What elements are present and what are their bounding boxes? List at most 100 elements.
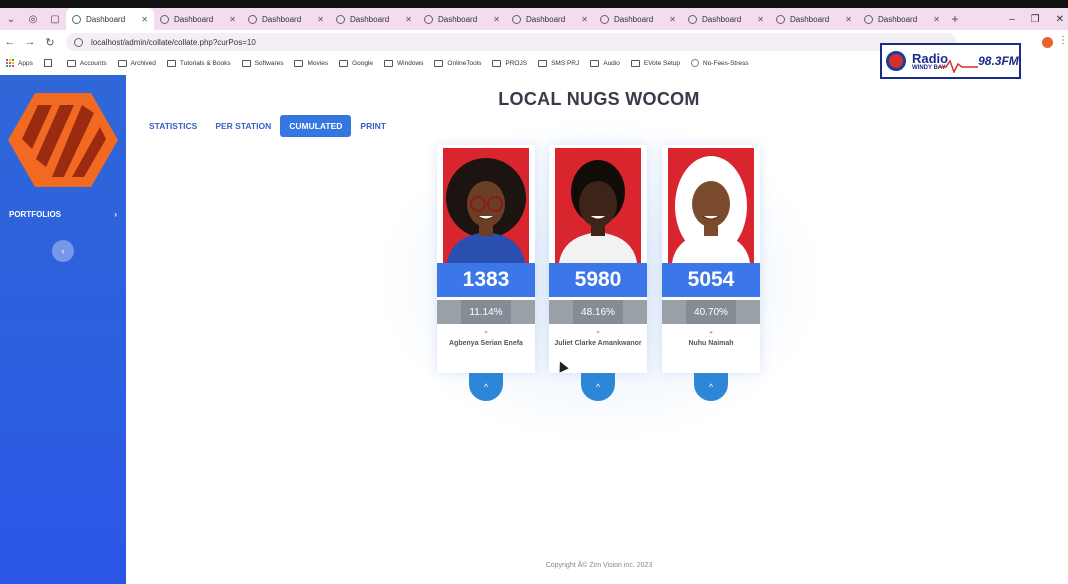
close-tab-icon[interactable]: ✕ — [845, 15, 852, 24]
close-window-icon[interactable]: ✕ — [1056, 14, 1064, 25]
bookmark-label: EVote Setup — [643, 59, 680, 67]
bookmark-item[interactable]: No-Fees-Stress — [691, 59, 749, 67]
candidate-votes: 5054 — [662, 263, 760, 297]
chevron-right-icon: › — [114, 210, 117, 219]
bookmark-item[interactable]: Apps — [6, 59, 33, 67]
browser-tab[interactable]: Dashboard ✕ — [154, 8, 242, 30]
close-tab-icon[interactable]: ✕ — [669, 15, 676, 24]
folder-icon — [117, 59, 127, 67]
bookmark-label: OnlineTools — [447, 59, 482, 67]
bookmark-item[interactable]: Softwares — [241, 59, 284, 67]
forward-icon[interactable]: → — [20, 36, 40, 48]
chevron-down-icon[interactable]: ⌄ — [549, 327, 647, 335]
tab-group-icon[interactable]: ◎ — [22, 8, 44, 30]
sidebar-item-label: PORTFOLIOS — [9, 210, 61, 219]
tab-statistics[interactable]: STATISTICS — [140, 115, 206, 137]
candidate-percent: 40.70% — [686, 300, 736, 324]
candidate-name: Juliet Clarke Amankwanor — [554, 340, 642, 347]
close-tab-icon[interactable]: ✕ — [493, 15, 500, 24]
candidate-percent: 48.16% — [573, 300, 623, 324]
globe-icon — [512, 14, 521, 24]
extension-icon[interactable] — [1042, 37, 1053, 48]
footer-copyright: Copyright Â© Zim Vision inc. 2023 — [545, 562, 653, 569]
close-tab-icon[interactable]: ✕ — [757, 15, 764, 24]
sidebar-collapse-button[interactable]: ‹ — [52, 240, 74, 262]
tab-cumulated[interactable]: CUMULATED — [280, 115, 352, 137]
globe-icon — [688, 14, 697, 24]
sidebar: PORTFOLIOS › ‹ — [0, 75, 126, 584]
browser-tab[interactable]: Dashboard ✕ — [682, 8, 770, 30]
reading-list-icon[interactable] — [43, 59, 56, 67]
bookmark-label: Archived — [130, 59, 156, 67]
globe-icon — [424, 14, 433, 24]
browser-tabs: Dashboard ✕ Dashboard ✕ Dashboard ✕ Dashboard ✕… — [66, 8, 946, 30]
tab-list-dropdown-icon[interactable]: ⌄ — [0, 8, 22, 30]
back-icon[interactable]: ← — [0, 36, 20, 48]
browser-tab[interactable]: Dashboard ✕ — [594, 8, 682, 30]
apps-grid-icon — [6, 59, 14, 67]
folder-icon — [538, 59, 548, 67]
close-tab-icon[interactable]: ✕ — [229, 15, 236, 24]
tab-per-station[interactable]: PER STATION — [206, 115, 280, 137]
browser-tab[interactable]: Dashboard ✕ — [66, 8, 154, 30]
chevron-up-icon: ^ — [708, 382, 714, 392]
candidate-photo — [555, 148, 641, 263]
candidate-percent-bar: 40.70% — [662, 300, 760, 324]
bookmark-label: Audio — [603, 59, 620, 67]
browser-tab-label: Dashboard — [438, 14, 478, 24]
top-strip — [0, 0, 1068, 8]
view-tabs: STATISTICS PER STATION CUMULATED PRINT — [140, 115, 395, 137]
globe-icon — [72, 14, 81, 24]
bookmark-item[interactable]: Google — [339, 59, 374, 67]
browser-tab[interactable]: Dashboard ✕ — [418, 8, 506, 30]
reload-icon[interactable]: ↻ — [40, 36, 60, 49]
radio-seal-icon — [886, 51, 906, 71]
bookmark-label: No-Fees-Stress — [703, 59, 749, 67]
url-input[interactable]: localhost/admin/collate/collate.php?curP… — [66, 33, 956, 51]
restore-icon[interactable]: ❐ — [1031, 14, 1040, 25]
bookmark-item[interactable]: EVote Setup — [630, 59, 680, 67]
bookmark-item[interactable]: Archived — [117, 59, 156, 67]
bookmark-item[interactable]: Windows — [384, 59, 423, 67]
close-tab-icon[interactable]: ✕ — [141, 15, 148, 24]
bookmark-item[interactable]: Accounts — [66, 59, 107, 67]
close-tab-icon[interactable]: ✕ — [581, 15, 588, 24]
chevron-down-icon[interactable]: ⌄ — [437, 327, 535, 335]
bookmark-label: Softwares — [254, 59, 284, 67]
browser-tab[interactable]: Dashboard ✕ — [330, 8, 418, 30]
tab-actions-icon[interactable]: ▢ — [44, 8, 66, 30]
folder-icon — [241, 59, 251, 67]
new-tab-icon[interactable]: + — [946, 12, 964, 26]
bookmark-label: Accounts — [79, 59, 107, 67]
bookmark-item[interactable]: Movies — [294, 59, 329, 67]
bookmark-label: Movies — [307, 59, 329, 67]
browser-tab[interactable]: Dashboard ✕ — [506, 8, 594, 30]
bookmark-item[interactable]: PROJS — [492, 59, 527, 67]
browser-tab[interactable]: Dashboard ✕ — [242, 8, 330, 30]
close-tab-icon[interactable]: ✕ — [405, 15, 412, 24]
site-info-icon[interactable] — [74, 37, 83, 47]
minimize-icon[interactable]: – — [1009, 14, 1015, 25]
bookmark-item[interactable]: SMS PRJ — [538, 59, 579, 67]
bookmark-item[interactable]: Audio — [590, 59, 620, 67]
bookmark-item[interactable]: OnlineTools — [434, 59, 482, 67]
browser-tab-label: Dashboard — [790, 14, 830, 24]
globe-icon — [864, 14, 873, 24]
browser-tab-label: Dashboard — [174, 14, 214, 24]
site-logo-icon — [691, 59, 699, 67]
browser-tab[interactable]: Dashboard ✕ — [858, 8, 946, 30]
candidate-percent-bar: 11.14% — [437, 300, 535, 324]
chevron-up-icon: ^ — [483, 382, 489, 392]
sidebar-item-portfolios[interactable]: PORTFOLIOS › — [9, 210, 117, 219]
tab-print[interactable]: PRINT — [351, 115, 395, 137]
close-tab-icon[interactable]: ✕ — [933, 15, 940, 24]
bookmark-label: Google — [352, 59, 374, 67]
close-tab-icon[interactable]: ✕ — [317, 15, 324, 24]
browser-menu-icon[interactable]: ⋮ — [1058, 35, 1068, 46]
browser-tab[interactable]: Dashboard ✕ — [770, 8, 858, 30]
folder-icon — [294, 59, 304, 67]
bookmark-item[interactable]: Tutorials & Books — [166, 59, 231, 67]
browser-tab-label: Dashboard — [350, 14, 390, 24]
app-logo — [8, 93, 118, 187]
chevron-down-icon[interactable]: ⌄ — [662, 327, 760, 335]
